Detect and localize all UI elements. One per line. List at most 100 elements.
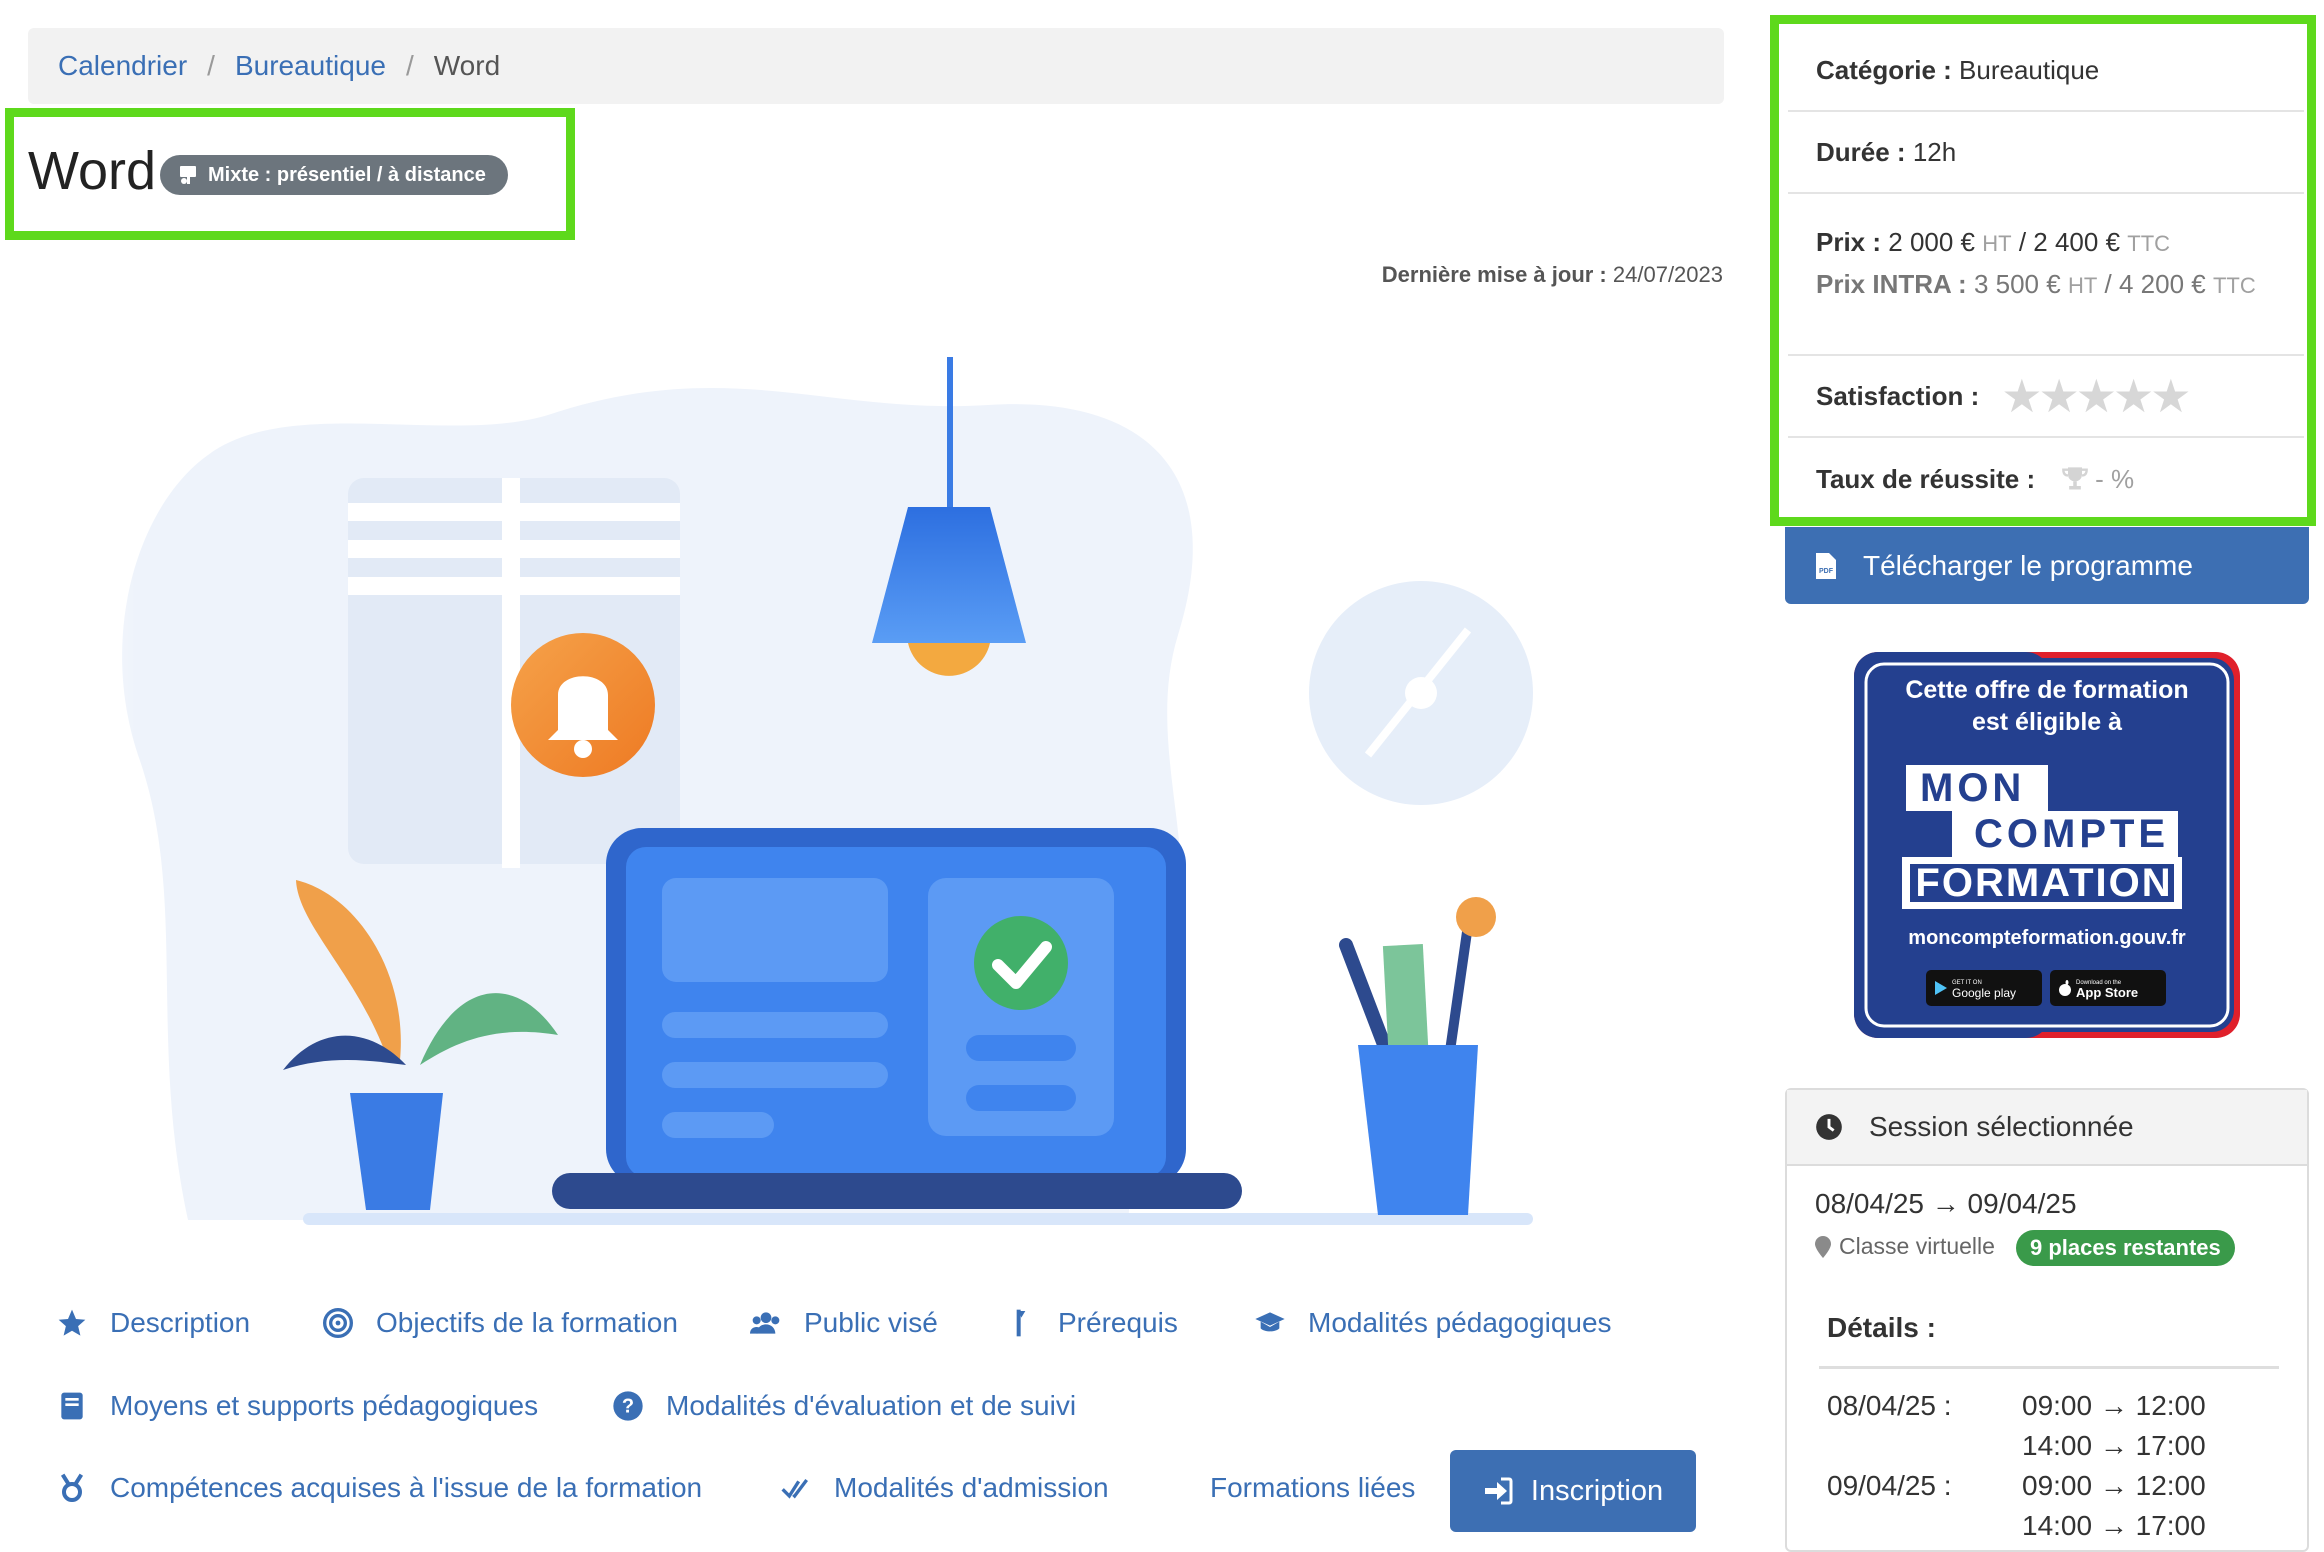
download-program-button[interactable]: PDF Télécharger le programme [1785,527,2309,604]
app-store-text: App Store [2076,985,2139,1000]
price-ht: 2 000 € [1888,227,1976,257]
svg-text:PDF: PDF [1819,568,1834,575]
cpf-url: moncompteformation.gouv.fr [1908,927,2186,949]
success-value: - % [2095,463,2135,494]
nav-competences[interactable]: Compétences acquises à l'issue de la for… [56,1472,702,1504]
course-illustration [28,335,1724,1267]
page-title: Word [28,141,157,201]
graduation-cap-icon [1255,1312,1285,1332]
apple-icon [2059,980,2071,996]
question-circle-icon: ? [613,1391,643,1421]
details-divider [1819,1366,2279,1369]
success-label: Taux de réussite : [1816,463,2036,494]
double-check-icon [781,1479,808,1499]
nav-description[interactable]: Description [56,1307,250,1339]
nav-formations-liees[interactable]: Formations liées [1210,1472,1415,1504]
google-play-badge[interactable]: GET IT ON Google play [1926,970,2042,1006]
mon-compte-formation-badge[interactable]: Cette offre de formation est éligible à … [1854,652,2240,1038]
inscription-label: Inscription [1530,1474,1664,1507]
inscription-button[interactable]: Inscription [1450,1450,1696,1532]
places-remaining-badge: 9 places restantes [2016,1230,2235,1266]
breadcrumb-bureautique[interactable]: Bureautique [235,50,386,82]
schedule-slot: 09:00 → 12:00 [2022,1470,2206,1501]
google-play-icon [1935,981,1947,995]
nav-formations-liees-label: Formations liées [1210,1472,1416,1503]
info-price: Prix : 2 000 € HT / 2 400 € TTC Prix INT… [1788,194,2304,356]
chalkboard-icon [180,166,196,184]
session-location: Classe virtuelle [1815,1233,1995,1260]
nav-prerequis-label: Prérequis [1058,1307,1178,1338]
price-ttc: 2 400 € [2033,227,2121,257]
session-dates: 08/04/25 → 09/04/25 [1815,1188,2077,1219]
nav-public-label: Public visé [804,1307,938,1338]
google-play-text: Google play [1952,986,2017,1000]
nav-evaluation-label: Modalités d'évaluation et de suivi [666,1390,1077,1421]
cpf-heading: Cette offre de formation est éligible à [1854,674,2240,738]
schedule-date: 09/04/25 : [1827,1470,1952,1501]
cpf-line1: Cette offre de formation [1905,676,2189,704]
users-icon [750,1312,780,1334]
schedule-slot: 14:00 → 17:00 [2022,1510,2206,1541]
download-program-label: Télécharger le programme [1863,549,2193,581]
info-satisfaction: Satisfaction : ★★★★★ [1788,356,2304,438]
nav-admission-label: Modalités d'admission [834,1472,1109,1503]
breadcrumb-separator: / [207,50,215,81]
nav-admission[interactable]: Modalités d'admission [780,1472,1109,1504]
breadcrumb: Calendrier / Bureautique / Word [28,28,1724,104]
nav-description-label: Description [110,1307,251,1338]
app-store-badge[interactable]: Download on the App Store [2050,970,2166,1006]
nav-objectifs-label: Objectifs de la formation [376,1307,678,1338]
last-update: Dernière mise à jour : 24/07/2023 [1382,262,1723,288]
cpf-mon: MON [1920,766,2026,810]
intra-label: Prix INTRA : [1816,269,1967,299]
map-pin-icon [1815,1235,1831,1258]
price-ttc-unit: TTC [2127,231,2171,256]
sign-in-icon [1484,1477,1513,1505]
book-icon [61,1392,83,1420]
mode-badge-label: Mixte : présentiel / à distance [208,163,486,186]
details-title: Détails : [1827,1312,1936,1343]
category-label: Catégorie : [1816,54,1952,85]
flag-icon [1016,1309,1026,1337]
mode-badge: Mixte : présentiel / à distance [160,155,508,195]
pdf-file-icon: PDF [1816,552,1836,579]
nav-objectifs[interactable]: Objectifs de la formation [322,1307,678,1339]
cpf-compte: COMPTE [1974,812,2170,856]
price-ht-unit: HT [1982,231,2012,256]
intra-ttc-unit: TTC [2212,273,2256,298]
last-update-value: 24/07/2023 [1612,262,1723,287]
schedule-slot: 14:00 → 17:00 [2022,1430,2206,1461]
price-separator: / [2018,227,2027,257]
last-update-label: Dernière mise à jour : [1381,262,1607,287]
info-category: Catégorie : Bureautique [1788,30,2304,112]
intra-separator: / [2104,269,2112,299]
nav-moyens[interactable]: Moyens et supports pédagogiques [56,1390,538,1422]
duration-value: 12h [1912,136,1957,167]
nav-modalites-pedagogiques[interactable]: Modalités pédagogiques [1254,1307,1612,1339]
svg-text:?: ? [622,1396,634,1418]
nav-prerequis[interactable]: Prérequis [1004,1307,1178,1339]
nav-public[interactable]: Public visé [750,1307,938,1339]
session-location-label: Classe virtuelle [1839,1233,1995,1259]
breadcrumb-calendrier[interactable]: Calendrier [58,50,187,82]
target-icon [323,1308,353,1338]
trophy-icon [2062,467,2088,490]
info-duration: Durée : 12h [1788,112,2304,194]
cpf-formation: FORMATION [1915,861,2173,905]
clock-icon [1816,1114,1842,1140]
schedule-slot: 09:00 → 12:00 [2022,1390,2206,1421]
price-label: Prix : [1816,227,1882,257]
category-value: Bureautique [1959,54,2100,85]
cpf-line2: est éligible à [1971,708,2123,736]
nav-evaluation[interactable]: ? Modalités d'évaluation et de suivi [612,1390,1076,1422]
session-title: Session sélectionnée [1869,1111,2134,1142]
breadcrumb-current: Word [433,50,501,81]
nav-moyens-label: Moyens et supports pédagogiques [110,1390,539,1421]
info-card: Catégorie : Bureautique Durée : 12h Prix… [1788,30,2304,520]
nav-competences-label: Compétences acquises à l'issue de la for… [110,1472,703,1503]
satisfaction-label: Satisfaction : [1816,380,1980,411]
star-icon [58,1309,86,1336]
intra-ttc: 4 200 € [2118,269,2206,299]
intra-ht-unit: HT [2067,273,2098,298]
nav-modalites-pedagogiques-label: Modalités pédagogiques [1308,1307,1612,1338]
